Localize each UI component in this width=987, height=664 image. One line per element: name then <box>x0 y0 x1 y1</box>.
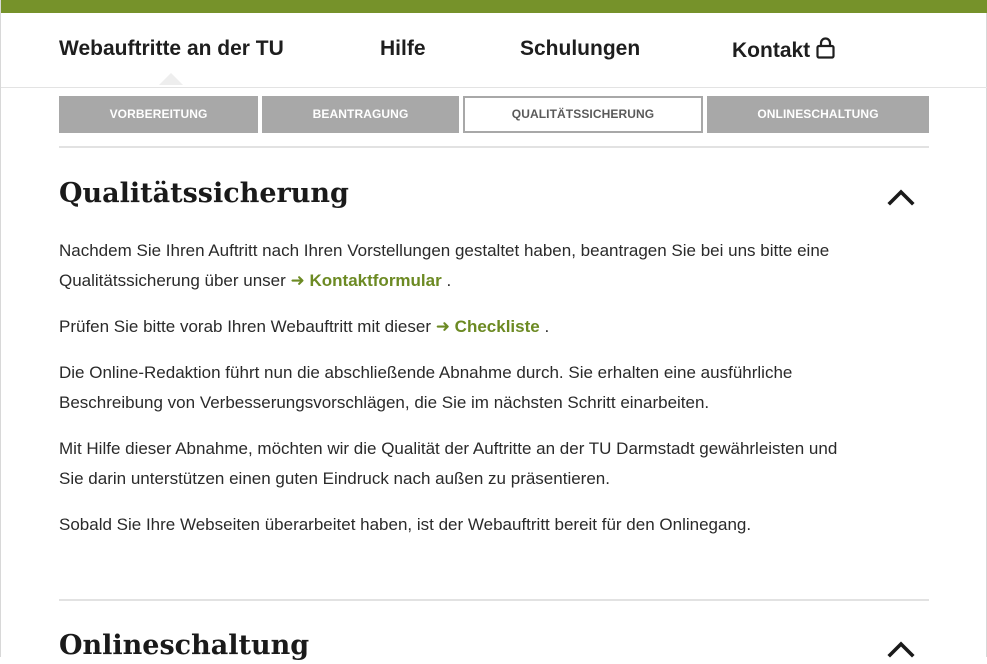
nav-item-kontakt-label: Kontakt <box>732 39 811 62</box>
tab-beantragung[interactable]: BEANTRAGUNG <box>262 96 459 133</box>
tab-onlineschaltung[interactable]: ONLINESCHALTUNG <box>707 96 929 133</box>
paragraph: Sobald Sie Ihre Webseiten überarbeitet h… <box>59 515 752 534</box>
tab-vorbereitung[interactable]: VORBEREITUNG <box>59 96 258 133</box>
paragraph: Mit Hilfe dieser Abnahme, möchten wir di… <box>59 439 838 488</box>
paragraph: Prüfen Sie bitte vorab Ihren Webauftritt… <box>59 317 550 336</box>
section-divider <box>59 599 929 601</box>
nav-item-schulungen[interactable]: Schulungen <box>520 37 640 61</box>
paragraph: Nachdem Sie Ihren Auftritt nach Ihren Vo… <box>59 241 830 290</box>
process-step-tabs: VORBEREITUNG BEANTRAGUNG QUALITÄTSSICHER… <box>59 96 929 133</box>
main-navigation: Webauftritte an der TU Hilfe Schulungen … <box>1 13 987 88</box>
brand-color-bar <box>1 0 987 13</box>
chevron-up-icon[interactable] <box>887 187 915 212</box>
nav-item-webauftritte[interactable]: Webauftritte an der TU <box>59 37 284 85</box>
lock-icon <box>816 37 835 65</box>
section-content: Nachdem Sie Ihren Auftritt nach Ihren Vo… <box>59 236 839 556</box>
nav-item-hilfe[interactable]: Hilfe <box>380 37 426 61</box>
section-title[interactable]: Qualitätssicherung <box>59 178 349 209</box>
next-section-title[interactable]: Onlineschaltung <box>59 630 309 661</box>
tab-qualitaetssicherung[interactable]: QUALITÄTSSICHERUNG <box>463 96 703 133</box>
section-divider <box>59 146 929 148</box>
nav-item-kontakt[interactable]: Kontakt <box>732 37 835 65</box>
paragraph: Die Online-Redaktion führt nun die absch… <box>59 363 793 412</box>
kontaktformular-link[interactable]: ➜ Kontaktformular <box>291 271 442 290</box>
chevron-up-icon[interactable] <box>887 639 915 664</box>
checkliste-link[interactable]: ➜ Checkliste <box>436 317 540 336</box>
